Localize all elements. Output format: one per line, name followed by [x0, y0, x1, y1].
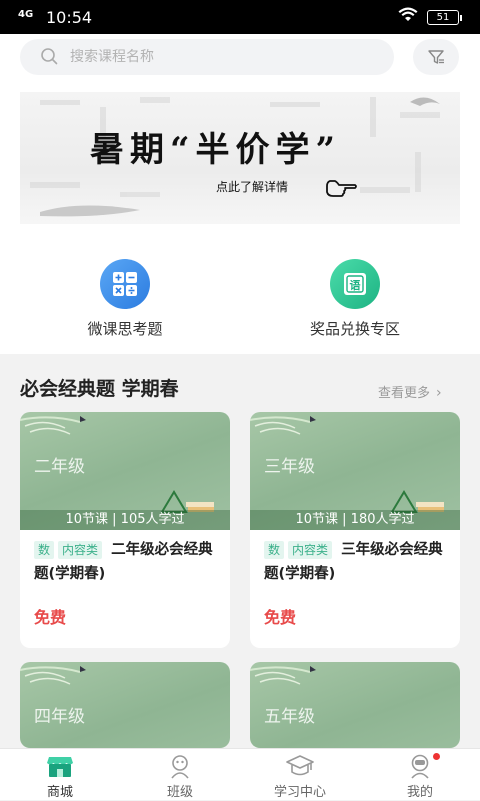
search-input[interactable] [70, 45, 370, 69]
course-price: 免费 [264, 608, 297, 627]
shortcut-label: 奖品兑换专区 [309, 320, 400, 338]
leaves-decoration [20, 666, 86, 685]
course-card[interactable]: 五年级 [250, 662, 460, 748]
nav-class[interactable]: 班级 [120, 749, 240, 801]
course-cover: 二年级 10节课 | 105人学过 [20, 412, 230, 530]
nav-label: 班级 [166, 785, 193, 800]
wifi-icon [398, 7, 418, 27]
course-info: 数内容类 二年级必会经典题(学期春) 免费 [20, 530, 230, 648]
search-icon [41, 48, 58, 65]
see-more-label: 查看更多 [378, 386, 431, 401]
banner-subtitle[interactable]: 点此了解详情 [216, 178, 288, 195]
filter-button[interactable] [413, 39, 459, 75]
battery-icon: 51 [427, 10, 462, 25]
status-bar: 4G 10:54 51 [0, 0, 480, 34]
nav-label: 商城 [46, 785, 73, 800]
course-cover: 三年级 10节课 | 180人学过 [250, 412, 460, 530]
class-icon [171, 755, 189, 779]
svg-text:语: 语 [350, 278, 361, 292]
course-card[interactable]: 二年级 10节课 | 105人学过 数内容类 二年级必会经典题(学期春) 免费 [20, 412, 230, 648]
course-cover: 五年级 [250, 662, 460, 748]
calculator-icon [100, 259, 150, 309]
notification-dot [433, 753, 440, 760]
leaves-decoration [250, 416, 316, 435]
course-card[interactable]: 三年级 10节课 | 180人学过 数内容类 三年级必会经典题(学期春) 免费 [250, 412, 460, 648]
course-grade: 二年级 [34, 457, 85, 477]
graduation-cap-icon [286, 755, 314, 776]
nav-label: 我的 [406, 785, 433, 800]
nav-learning-center[interactable]: 学习中心 [240, 749, 360, 801]
course-price: 免费 [34, 608, 67, 627]
signal-indicator: 4G [18, 9, 34, 20]
course-grade: 五年级 [264, 707, 315, 727]
leaves-decoration [250, 666, 316, 685]
course-title-line: 数内容类 三年级必会经典题(学期春) [264, 538, 446, 586]
nav-profile[interactable]: 我的 [360, 749, 480, 801]
promo-banner[interactable]: 暑期“半价学” 点此了解详情 [20, 92, 460, 224]
shortcut-prize-exchange[interactable]: 语 奖品兑换专区 [275, 259, 435, 339]
course-card[interactable]: 四年级 [20, 662, 230, 748]
store-icon [47, 757, 73, 777]
see-more-link[interactable]: 查看更多 › [378, 382, 442, 401]
course-stats: 10节课 | 180人学过 [250, 510, 460, 530]
search-bar[interactable] [20, 39, 394, 75]
course-grade: 三年级 [264, 457, 315, 477]
course-stats: 10节课 | 105人学过 [20, 510, 230, 530]
bottom-nav: 商城 班级 学习中心 我的 [0, 748, 480, 800]
banner-title: 暑期“半价学” [90, 130, 342, 170]
subject-tag: 数 [264, 541, 285, 559]
type-tag: 内容类 [288, 541, 333, 559]
status-time: 10:54 [46, 8, 93, 27]
pointing-hand-icon [326, 180, 357, 197]
subject-tag: 数 [34, 541, 55, 559]
header-area: 暑期“半价学” 点此了解详情 微课思考题 语 奖品兑换 [0, 34, 480, 354]
section-title: 必会经典题 学期春 [20, 378, 179, 400]
course-cover: 四年级 [20, 662, 230, 748]
chevron-right-icon: › [436, 385, 442, 401]
course-title-line: 数内容类 二年级必会经典题(学期春) [34, 538, 216, 586]
type-tag: 内容类 [58, 541, 103, 559]
shortcut-label: 微课思考题 [87, 320, 163, 338]
leaves-decoration [20, 416, 86, 435]
chinese-book-icon: 语 [330, 259, 380, 309]
course-grade: 四年级 [34, 707, 85, 727]
course-info: 数内容类 三年级必会经典题(学期春) 免费 [250, 530, 460, 648]
shortcut-micro-lesson[interactable]: 微课思考题 [45, 259, 205, 339]
profile-icon [411, 754, 429, 779]
nav-label: 学习中心 [273, 785, 326, 800]
nav-store[interactable]: 商城 [0, 749, 120, 801]
filter-icon [428, 50, 444, 64]
